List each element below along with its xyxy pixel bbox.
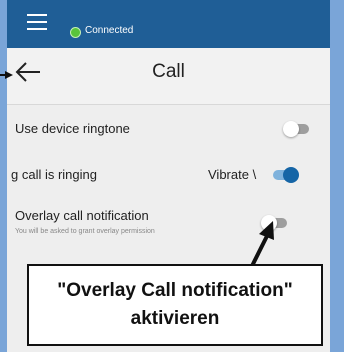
page-title: Call (152, 61, 185, 82)
toggle-knob (261, 215, 277, 231)
connection-status-label: Connected (85, 25, 134, 36)
device-ringtone-toggle[interactable] (283, 121, 309, 137)
toggle-knob (283, 167, 299, 183)
toggle-knob (283, 121, 299, 137)
vibrate-toggle[interactable] (273, 167, 299, 183)
setting-sublabel: You will be asked to grant overlay permi… (15, 228, 155, 235)
setting-row-device-ringtone[interactable]: Use device ringtone (7, 105, 330, 152)
setting-label: g call is ringing (11, 167, 97, 182)
callout-line-2: aktivieren (130, 308, 220, 329)
setting-row-overlay-notification[interactable]: Overlay call notification You will be as… (7, 197, 330, 248)
setting-row-ringing[interactable]: g call is ringing Vibrate \ (7, 151, 330, 198)
status-bar: Connected (7, 0, 330, 48)
setting-label: Use device ringtone (15, 121, 130, 136)
menu-icon[interactable] (27, 14, 47, 30)
callout-line-1: "Overlay Call notification" (57, 280, 293, 301)
app-bar: Call (7, 48, 330, 105)
vibrate-value: Vibrate \ (208, 167, 257, 182)
annotation-callout: "Overlay Call notification" aktivieren (27, 264, 323, 346)
connection-status-dot (70, 27, 81, 38)
overlay-notification-toggle[interactable] (261, 215, 287, 231)
setting-label: Overlay call notification (15, 208, 149, 223)
